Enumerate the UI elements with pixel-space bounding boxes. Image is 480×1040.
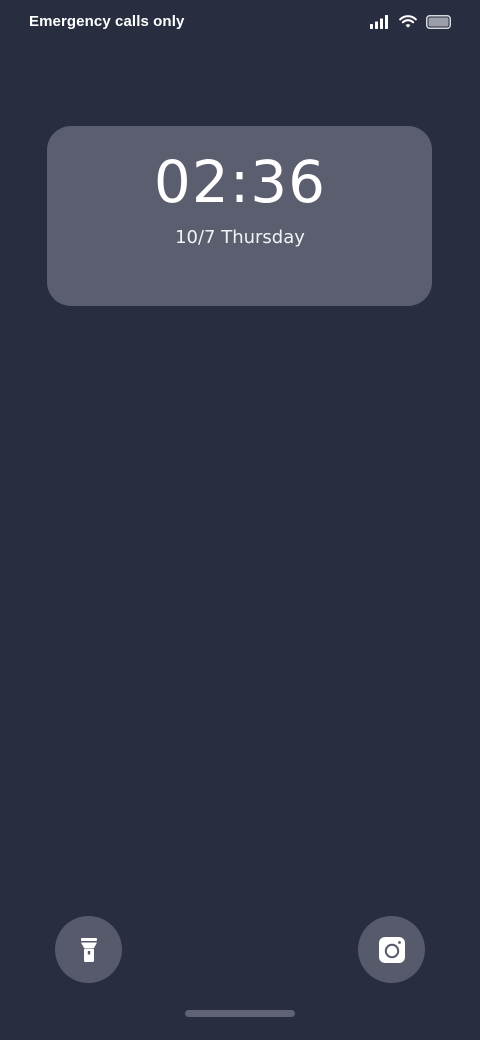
flashlight-button[interactable] [55,916,122,983]
battery-icon [426,15,452,29]
home-indicator[interactable] [185,1010,295,1017]
clock-time: 02:36 [153,148,327,216]
camera-icon [378,936,405,963]
status-bar: Emergency calls only [0,0,480,44]
carrier-status-text: Emergency calls only [29,13,185,30]
clock-date: 10/7 Thursday [175,227,305,248]
flashlight-icon [80,937,98,962]
camera-button[interactable] [358,916,425,983]
wifi-icon [399,15,417,29]
signal-icon [370,15,390,29]
status-icons [370,13,452,31]
